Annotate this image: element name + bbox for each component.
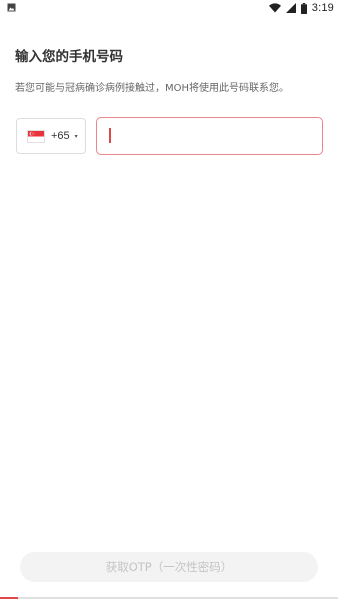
- bottom-divider: [0, 597, 338, 599]
- chevron-down-icon: ▾: [74, 133, 78, 140]
- status-bar: 3:19: [0, 0, 338, 16]
- battery-icon: [300, 2, 307, 14]
- page-title: 输入您的手机号码: [15, 49, 123, 65]
- phone-number-screen: 3:19 输入您的手机号码 若您可能与冠病确诊病例接触过，MOH将使用此号码联系…: [0, 0, 338, 600]
- phone-number-input[interactable]: [96, 117, 323, 155]
- cellular-signal-icon: [285, 3, 296, 13]
- text-cursor: [109, 128, 111, 143]
- get-otp-button[interactable]: 获取OTP（一次性密码）: [20, 552, 318, 582]
- page-description: 若您可能与冠病确诊病例接触过，MOH将使用此号码联系您。: [15, 83, 290, 94]
- country-code: +65: [51, 130, 70, 142]
- singapore-flag-icon: [27, 129, 45, 143]
- wifi-icon: [268, 3, 281, 13]
- image-notification-icon: [7, 3, 16, 12]
- country-code-selector[interactable]: +65 ▾: [16, 118, 86, 154]
- status-icons: 3:19: [268, 1, 334, 15]
- bottom-progress-indicator: [0, 597, 18, 599]
- status-time: 3:19: [311, 2, 334, 14]
